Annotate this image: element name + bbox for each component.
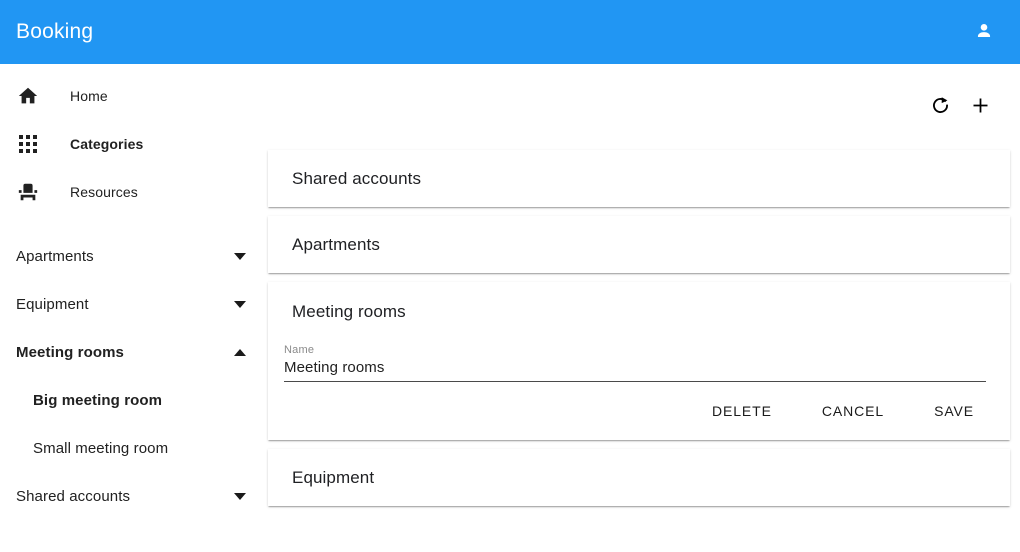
panel-shared-accounts-title: Shared accounts [292, 168, 422, 188]
plus-icon [970, 95, 991, 119]
sidebar-category-equipment-label: Equipment [16, 295, 89, 313]
panel-meeting-rooms-actions: DELETE CANCEL SAVE [284, 382, 986, 440]
sidebar-item-categories[interactable]: Categories [0, 120, 266, 168]
panel-meeting-rooms-body: Name DELETE CANCEL SAVE [268, 344, 1010, 440]
sidebar-category-equipment[interactable]: Equipment [0, 280, 266, 328]
body-wrapper: Home Categories Resources Apartments Equ… [0, 64, 1020, 552]
cancel-button[interactable]: CANCEL [810, 394, 896, 428]
sidebar-item-categories-label: Categories [70, 136, 144, 152]
panel-shared-accounts-header[interactable]: Shared accounts [268, 150, 1010, 207]
sidebar-category-meeting-rooms-label: Meeting rooms [16, 343, 124, 361]
event-seat-icon [16, 180, 40, 204]
sidebar-item-resources[interactable]: Resources [0, 168, 266, 216]
home-icon [16, 84, 40, 108]
name-field-label: Name [284, 344, 315, 356]
save-button[interactable]: SAVE [922, 394, 986, 428]
panel-apartments: Apartments [268, 216, 1010, 273]
panel-meeting-rooms-header[interactable]: Meeting rooms [268, 282, 1010, 342]
sidebar-category-apartments[interactable]: Apartments [0, 232, 266, 280]
sidebar-subitem-big-meeting-room[interactable]: Big meeting room [0, 376, 266, 424]
sidebar-item-home[interactable]: Home [0, 72, 266, 120]
app-bar: Booking [0, 0, 1020, 64]
panel-equipment-header[interactable]: Equipment [268, 449, 1010, 506]
panel-meeting-rooms: Meeting rooms Name DELETE CANCEL SAVE [268, 282, 1010, 440]
add-button[interactable] [960, 87, 1000, 127]
chevron-down-icon [234, 252, 246, 260]
sidebar-subitem-small-meeting-room[interactable]: Small meeting room [0, 424, 266, 472]
sidebar-category-shared-accounts-label: Shared accounts [16, 487, 131, 505]
sidebar-item-resources-label: Resources [70, 184, 138, 200]
panel-list: Shared accounts Apartments Meeting rooms [266, 150, 1020, 506]
chevron-down-icon [234, 492, 246, 500]
name-field-group: Name [284, 344, 986, 382]
app-root: Booking Home Categories Resources Apartm… [0, 0, 1020, 552]
panel-meeting-rooms-title: Meeting rooms [292, 302, 406, 321]
sidebar-subitem-small-meeting-room-label: Small meeting room [33, 439, 169, 457]
sidebar-category-apartments-label: Apartments [16, 247, 94, 265]
app-title: Booking [16, 20, 94, 43]
sidebar-category-shared-accounts[interactable]: Shared accounts [0, 472, 266, 520]
panel-apartments-title: Apartments [292, 234, 380, 254]
panel-apartments-header[interactable]: Apartments [268, 216, 1010, 273]
name-input[interactable] [284, 356, 986, 382]
sidebar: Home Categories Resources Apartments Equ… [0, 64, 266, 552]
sidebar-divider-spacer [0, 216, 266, 232]
content-toolbar [266, 64, 1020, 150]
panel-shared-accounts: Shared accounts [268, 150, 1010, 207]
sidebar-item-home-label: Home [70, 88, 108, 104]
refresh-icon [930, 95, 951, 119]
refresh-button[interactable] [920, 87, 960, 127]
panel-equipment-title: Equipment [292, 467, 375, 487]
sidebar-subitem-big-meeting-room-label: Big meeting room [33, 391, 163, 409]
sidebar-category-meeting-rooms[interactable]: Meeting rooms [0, 328, 266, 376]
account-button[interactable] [964, 12, 1004, 52]
apps-grid-icon [16, 132, 40, 156]
app-bar-actions [964, 12, 1004, 52]
chevron-down-icon [234, 300, 246, 308]
person-icon [973, 20, 995, 45]
panel-equipment: Equipment [268, 449, 1010, 506]
main-content: Shared accounts Apartments Meeting rooms [266, 64, 1020, 552]
chevron-up-icon [234, 348, 246, 356]
delete-button[interactable]: DELETE [700, 394, 784, 428]
